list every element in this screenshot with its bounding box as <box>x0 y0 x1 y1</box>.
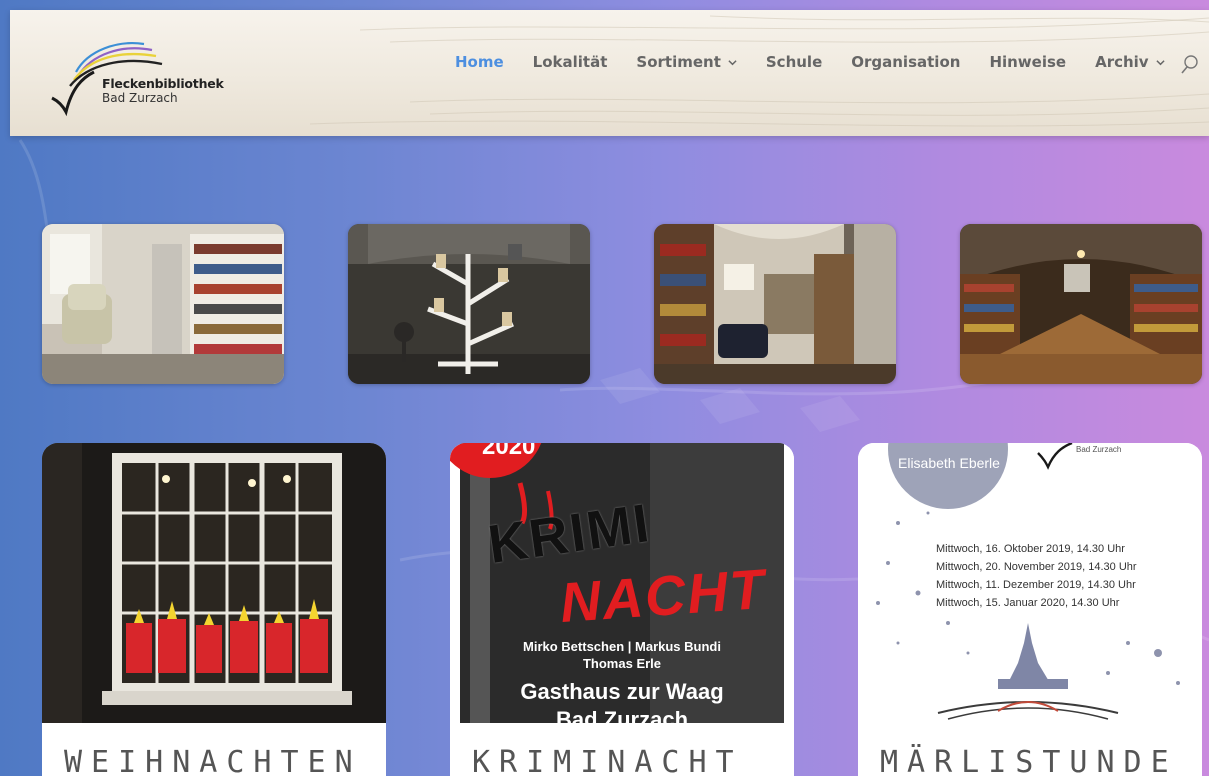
reading-corner-photo <box>42 224 284 384</box>
nav-item-organisation[interactable]: Organisation <box>851 53 960 71</box>
nav-item-archiv[interactable]: Archiv <box>1095 53 1165 71</box>
nav-item-home[interactable]: Home <box>455 53 504 71</box>
poster-host: Elisabeth Eberle <box>898 455 1000 471</box>
card-kriminacht[interactable]: 2020 KRIMI NACHT Mirko Bettschen | Marku… <box>450 443 794 776</box>
gallery-photo-vaulted-room[interactable] <box>960 224 1202 384</box>
card-title: WEIHNACHTEN <box>64 745 362 776</box>
nav-item-lokalitaet[interactable]: Lokalität <box>533 53 608 71</box>
poster-venue: Gasthaus zur Waag <box>520 679 724 704</box>
nav-item-schule[interactable]: Schule <box>766 53 822 71</box>
card-maerlistunde[interactable]: Elisabeth Eberle Bad Zurzach Mittwoch, 1… <box>858 443 1202 776</box>
vaulted-room-photo <box>960 224 1202 384</box>
chevron-down-icon <box>1155 59 1165 65</box>
logo-subtitle: Bad Zurzach <box>102 91 178 105</box>
poster-authors-line2: Thomas Erle <box>582 656 662 671</box>
lounge-photo <box>654 224 896 384</box>
card-image: 2020 KRIMI NACHT Mirko Bettschen | Marku… <box>450 443 794 723</box>
site-header: Fleckenbibliothek Bad Zurzach Home Lokal… <box>10 10 1209 136</box>
poster-year: 2020 <box>482 443 536 460</box>
site-logo[interactable]: Fleckenbibliothek Bad Zurzach <box>48 28 248 118</box>
nav-label: Archiv <box>1095 53 1149 71</box>
card-title: MÄRLISTUNDE <box>880 745 1178 776</box>
main-nav: Home Lokalität Sortiment Schule Organisa… <box>455 50 1194 74</box>
gallery-photo-book-tree[interactable] <box>348 224 590 384</box>
gallery-photo-lounge[interactable] <box>654 224 896 384</box>
card-title: KRIMINACHT <box>472 745 743 776</box>
nav-item-sortiment[interactable]: Sortiment <box>636 53 737 71</box>
poster-date-4: Mittwoch, 15. Januar 2020, 14.30 Uhr <box>936 597 1120 609</box>
nav-label: Sortiment <box>636 53 721 71</box>
gallery-photo-reading-corner[interactable] <box>42 224 284 384</box>
nav-item-hinweise[interactable]: Hinweise <box>989 53 1066 71</box>
poster-date-1: Mittwoch, 16. Oktober 2019, 14.30 Uhr <box>936 543 1125 555</box>
christmas-window-photo <box>42 443 386 723</box>
nav-label: Lokalität <box>532 53 608 71</box>
nav-label: Schule <box>765 53 823 71</box>
poster-date-2: Mittwoch, 20. November 2019, 14.30 Uhr <box>936 561 1137 573</box>
logo-title: Fleckenbibliothek <box>102 76 224 91</box>
chevron-down-icon <box>728 59 737 65</box>
card-image: Elisabeth Eberle Bad Zurzach Mittwoch, 1… <box>858 443 1202 723</box>
nav-label: Hinweise <box>989 53 1067 71</box>
nav-label: Home <box>455 53 504 71</box>
poster-town: Bad Zurzach <box>555 707 689 723</box>
poster-date-3: Mittwoch, 11. Dezember 2019, 14.30 Uhr <box>936 579 1136 591</box>
poster-brand: Bad Zurzach <box>1076 445 1122 454</box>
search-icon[interactable] <box>1180 54 1200 76</box>
nav-label: Organisation <box>851 53 961 71</box>
book-tree-shelf-photo <box>348 224 590 384</box>
poster-authors-line1: Mirko Bettschen | Markus Bundi <box>523 639 721 654</box>
card-image <box>42 443 386 723</box>
card-weihnachten[interactable]: WEIHNACHTEN <box>42 443 386 776</box>
